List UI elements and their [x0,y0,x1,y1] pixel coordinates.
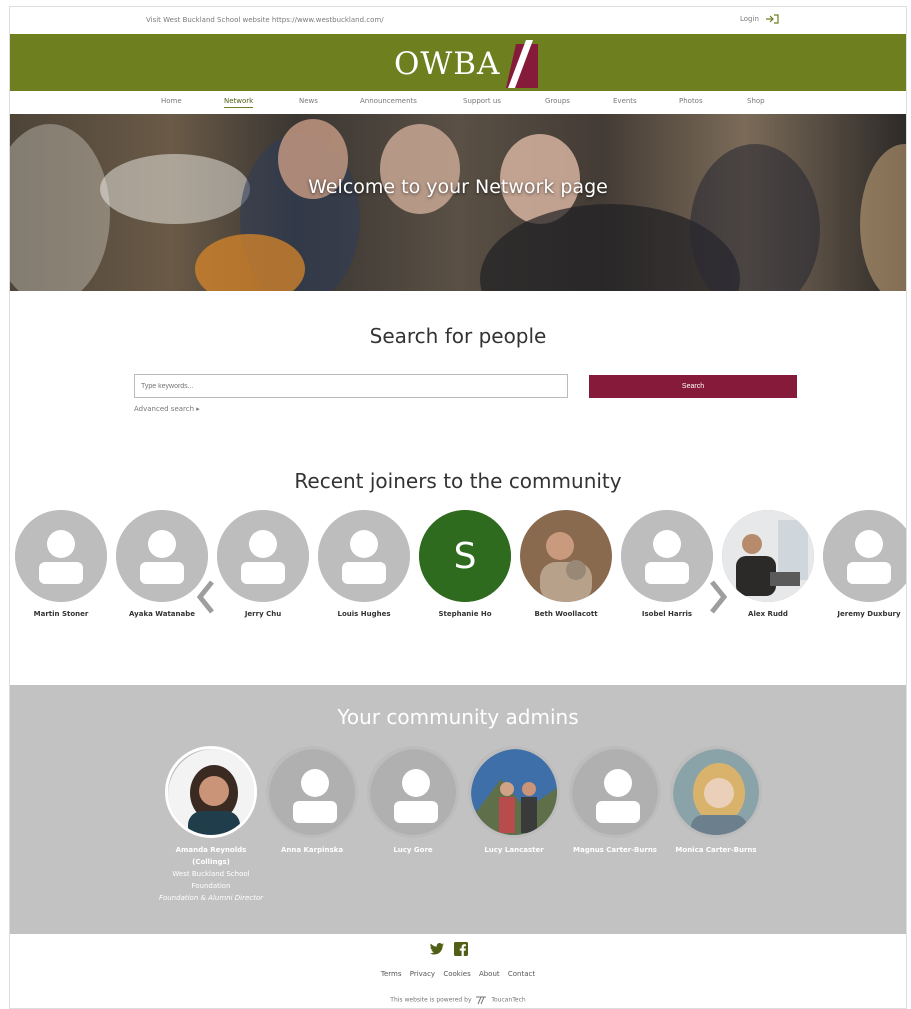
nav-announcements[interactable]: Announcements [360,97,417,105]
joiner-name: Beth Woollacott [534,610,598,618]
admin-name: Anna Karpinska [280,846,344,854]
nav-shop[interactable]: Shop [747,97,765,105]
powered-by: This website is powered by ToucanTech [10,995,906,1005]
brand-header: OWBA [10,34,906,91]
default-user-icon [116,510,208,602]
joiner-card[interactable]: Louis Hughes [318,510,410,630]
joiner-card[interactable]: S Stephanie Ho [419,510,511,630]
admin-name: Lucy Lancaster [484,846,544,854]
joiner-name: Stephanie Ho [438,610,492,618]
admin-info: Amanda Reynolds (Collings) West Buckland… [157,844,265,904]
joiner-card[interactable]: Jeremy Duxbury [823,510,906,630]
profile-photo [468,746,560,838]
admin-name: Monica Carter-Burns [675,846,757,854]
login-icon [765,14,779,24]
default-user-icon [15,510,107,602]
hero-banner: Welcome to your Network page [10,114,906,291]
admin-role: Foundation & Alumni Director [158,894,264,902]
svg-text:S: S [454,536,477,577]
search-input[interactable] [134,374,568,398]
nav-news[interactable]: News [299,97,318,105]
logo-mark-icon [506,40,539,88]
nav-groups[interactable]: Groups [545,97,570,105]
joiner-name: Louis Hughes [337,610,391,618]
default-user-icon [217,510,309,602]
community-admins-section: Your community admins Amanda Reynolds (C… [10,685,906,934]
main-nav: Home Network News Announcements Support … [10,91,906,114]
default-user-icon [823,510,906,602]
login-label: Login [740,15,759,23]
advanced-search-link[interactable]: Advanced search ▸ [134,405,200,413]
twitter-icon[interactable] [429,941,445,957]
admin-info: Anna Karpinska [258,844,366,856]
default-user-icon [569,746,661,838]
chevron-right-icon[interactable] [708,579,728,615]
joiner-name: Isobel Harris [641,610,693,618]
nav-home[interactable]: Home [161,97,182,105]
joiner-card[interactable]: Jerry Chu [217,510,309,630]
admin-info: Monica Carter-Burns [662,844,770,856]
nav-support-us[interactable]: Support us [463,97,501,105]
profile-photo [670,746,762,838]
nav-photos[interactable]: Photos [679,97,703,105]
admin-name: Magnus Carter-Burns [573,846,657,854]
default-user-icon [367,746,459,838]
school-website-link[interactable]: Visit West Buckland School website https… [146,16,384,24]
footer: Terms Privacy Cookies About Contact This… [10,934,906,1008]
search-heading: Search for people [369,324,547,348]
search-button[interactable]: Search [589,375,797,398]
footer-link-privacy[interactable]: Privacy [410,970,435,978]
joiner-card[interactable]: Martin Stoner [15,510,107,630]
initial-avatar: S [419,510,511,602]
admin-info: Lucy Lancaster [460,844,568,856]
joiner-card[interactable]: Beth Woollacott [520,510,612,630]
admins-heading: Your community admins [337,705,579,729]
hero-title: Welcome to your Network page [308,176,608,198]
logo-text: OWBA [394,46,501,82]
page-frame: Visit West Buckland School website https… [9,6,907,1009]
admin-name: Amanda Reynolds (Collings) [175,846,247,866]
admin-name: Lucy Gore [393,846,433,854]
social-links [429,941,469,957]
footer-link-about[interactable]: About [479,970,500,978]
profile-photo [165,746,257,838]
powered-by-text: This website is powered by [390,996,472,1004]
footer-links: Terms Privacy Cookies About Contact [10,970,906,978]
joiner-card[interactable]: Alex Rudd [722,510,814,630]
joiner-card[interactable]: Ayaka Watanabe [116,510,208,630]
joiner-name: Jerry Chu [244,610,282,618]
joiner-name: Jeremy Duxbury [837,610,901,618]
footer-link-contact[interactable]: Contact [508,970,535,978]
default-user-icon [318,510,410,602]
owba-logo[interactable]: OWBA [394,40,539,88]
joiner-card[interactable]: Isobel Harris [621,510,713,630]
footer-link-cookies[interactable]: Cookies [443,970,470,978]
top-bar: Visit West Buckland School website https… [10,7,906,35]
joiner-name: Alex Rudd [748,610,788,618]
profile-photo [520,510,612,602]
nav-events[interactable]: Events [613,97,637,105]
login-link[interactable]: Login [740,14,779,24]
search-button-label: Search [681,383,705,390]
nav-network[interactable]: Network [224,97,254,108]
toucantech-logo-icon [476,996,487,1005]
chevron-left-icon[interactable] [196,579,216,615]
recent-joiners-heading: Recent joiners to the community [294,469,622,493]
admin-org: West Buckland School Foundation [172,870,250,890]
facebook-icon[interactable] [453,941,469,957]
default-user-icon [266,746,358,838]
footer-link-terms[interactable]: Terms [381,970,402,978]
joiner-name: Martin Stoner [33,610,89,618]
profile-photo [722,510,814,602]
powered-by-brand[interactable]: ToucanTech [491,997,525,1004]
admin-info: Lucy Gore [359,844,467,856]
admin-info: Magnus Carter-Burns [561,844,669,856]
default-user-icon [621,510,713,602]
